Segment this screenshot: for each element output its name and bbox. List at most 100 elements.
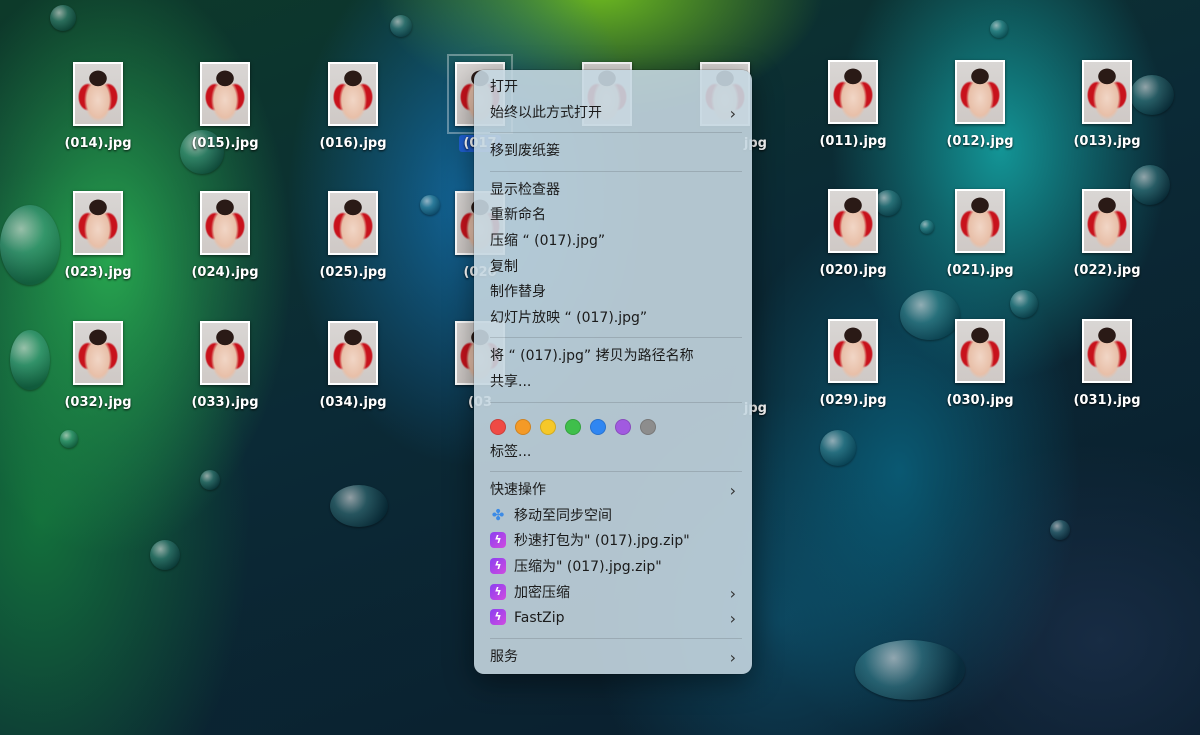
menu-item-label: 服务	[490, 648, 518, 665]
image-thumbnail	[328, 321, 378, 385]
menu-separator	[490, 170, 742, 172]
menu-item-label: 秒速打包为" (017).jpg.zip"	[514, 533, 690, 550]
file-icon-014[interactable]: (014).jpg	[48, 62, 148, 151]
file-icon-011[interactable]: (011).jpg	[803, 60, 903, 149]
menu-item-quick-actions[interactable]: 快速操作 ›	[474, 478, 752, 504]
menu-item-move-to-trash[interactable]: 移到废纸篓	[474, 139, 752, 165]
tag-gray[interactable]	[640, 418, 656, 435]
menu-item-show-inspector[interactable]: 显示检查器	[474, 178, 752, 204]
zip-app-icon: ϟ	[490, 557, 506, 574]
tag-red[interactable]	[490, 418, 506, 435]
menu-item-encrypt-compress[interactable]: ϟ 加密压缩 ›	[474, 581, 752, 607]
menu-item-label: 始终以此方式打开	[490, 104, 602, 121]
image-thumbnail	[955, 60, 1005, 124]
menu-item-compress-zip[interactable]: ϟ 压缩为" (017).jpg.zip"	[474, 555, 752, 581]
menu-item-open-with[interactable]: 始终以此方式打开 ›	[474, 101, 752, 127]
tag-yellow[interactable]	[540, 418, 556, 435]
file-name: (012).jpg	[946, 134, 1014, 149]
file-icon-033[interactable]: (033).jpg	[175, 321, 275, 410]
menu-item-slideshow[interactable]: 幻灯片放映 “ (017).jpg”	[474, 306, 752, 332]
chevron-right-icon: ›	[729, 647, 736, 667]
file-name: (011).jpg	[819, 134, 887, 149]
file-icon-015[interactable]: (015).jpg	[175, 62, 275, 151]
chevron-right-icon: ›	[729, 103, 736, 123]
menu-separator	[490, 471, 742, 473]
image-thumbnail	[328, 62, 378, 126]
menu-item-fastzip[interactable]: ϟ FastZip ›	[474, 606, 752, 632]
tag-green[interactable]	[565, 418, 581, 435]
file-name: (031).jpg	[1073, 393, 1141, 408]
menu-separator	[490, 337, 742, 339]
image-thumbnail	[200, 191, 250, 255]
image-thumbnail	[1082, 60, 1132, 124]
menu-item-copy-path[interactable]: 将 “ (017).jpg” 拷贝为路径名称	[474, 344, 752, 370]
file-name: (016).jpg	[319, 136, 387, 151]
file-name: (030).jpg	[946, 393, 1014, 408]
tag-blue[interactable]	[590, 418, 606, 435]
file-icon-022[interactable]: (022).jpg	[1057, 189, 1157, 278]
menu-item-services[interactable]: 服务 ›	[474, 645, 752, 671]
file-icon-029[interactable]: (029).jpg	[803, 319, 903, 408]
chevron-right-icon: ›	[729, 609, 736, 629]
file-name: (020).jpg	[819, 263, 887, 278]
menu-item-duplicate[interactable]: 复制	[474, 255, 752, 281]
image-thumbnail	[73, 62, 123, 126]
zip-app-icon: ϟ	[490, 609, 506, 626]
image-thumbnail	[1082, 189, 1132, 253]
file-name: (033).jpg	[191, 395, 259, 410]
menu-item-label: 加密压缩	[514, 584, 570, 601]
file-name: (021).jpg	[946, 263, 1014, 278]
file-icon-030[interactable]: (030).jpg	[930, 319, 1030, 408]
file-name: (032).jpg	[64, 395, 132, 410]
menu-separator	[490, 132, 742, 134]
tag-color-row	[474, 409, 752, 440]
image-thumbnail	[73, 321, 123, 385]
tag-orange[interactable]	[515, 418, 531, 435]
menu-separator	[490, 401, 742, 403]
file-icon-032[interactable]: (032).jpg	[48, 321, 148, 410]
menu-separator	[490, 637, 742, 639]
file-icon-024[interactable]: (024).jpg	[175, 191, 275, 280]
menu-item-label: FastZip	[514, 610, 565, 627]
menu-item-open[interactable]: 打开	[474, 75, 752, 101]
zip-app-icon: ϟ	[490, 532, 506, 549]
file-icon-013[interactable]: (013).jpg	[1057, 60, 1157, 149]
menu-item-label: 快速操作	[490, 482, 546, 499]
file-icon-020[interactable]: (020).jpg	[803, 189, 903, 278]
file-name: (013).jpg	[1073, 134, 1141, 149]
file-name: (029).jpg	[819, 393, 887, 408]
file-icon-031[interactable]: (031).jpg	[1057, 319, 1157, 408]
file-icon-021[interactable]: (021).jpg	[930, 189, 1030, 278]
file-icon-034[interactable]: (034).jpg	[303, 321, 403, 410]
context-menu: 打开 始终以此方式打开 › 移到废纸篓 显示检查器 重新命名 压缩 “ (017…	[474, 70, 752, 674]
chevron-right-icon: ›	[729, 583, 736, 603]
sync-space-icon: ✤	[491, 505, 505, 524]
tag-purple[interactable]	[615, 418, 631, 435]
menu-item-move-to-sync[interactable]: ✤ 移动至同步空间	[474, 504, 752, 530]
menu-item-label: 压缩为" (017).jpg.zip"	[514, 558, 662, 575]
file-icon-012[interactable]: (012).jpg	[930, 60, 1030, 149]
file-name: (024).jpg	[191, 265, 259, 280]
zip-app-icon: ϟ	[490, 583, 506, 600]
menu-item-make-alias[interactable]: 制作替身	[474, 280, 752, 306]
file-icon-016[interactable]: (016).jpg	[303, 62, 403, 151]
file-icon-023[interactable]: (023).jpg	[48, 191, 148, 280]
image-thumbnail	[73, 191, 123, 255]
file-name: (022).jpg	[1073, 263, 1141, 278]
image-thumbnail	[828, 60, 878, 124]
file-name: (025).jpg	[319, 265, 387, 280]
menu-item-rename[interactable]: 重新命名	[474, 203, 752, 229]
menu-item-tags[interactable]: 标签...	[474, 440, 752, 466]
menu-item-share[interactable]: 共享...	[474, 370, 752, 396]
file-icon-025[interactable]: (025).jpg	[303, 191, 403, 280]
file-name: (014).jpg	[64, 136, 132, 151]
image-thumbnail	[200, 62, 250, 126]
chevron-right-icon: ›	[729, 481, 736, 501]
file-name: (034).jpg	[319, 395, 387, 410]
image-thumbnail	[828, 319, 878, 383]
menu-item-compress[interactable]: 压缩 “ (017).jpg”	[474, 229, 752, 255]
image-thumbnail	[955, 319, 1005, 383]
menu-item-label: 移动至同步空间	[514, 507, 612, 524]
menu-item-fast-pack-zip[interactable]: ϟ 秒速打包为" (017).jpg.zip"	[474, 529, 752, 555]
image-thumbnail	[1082, 319, 1132, 383]
